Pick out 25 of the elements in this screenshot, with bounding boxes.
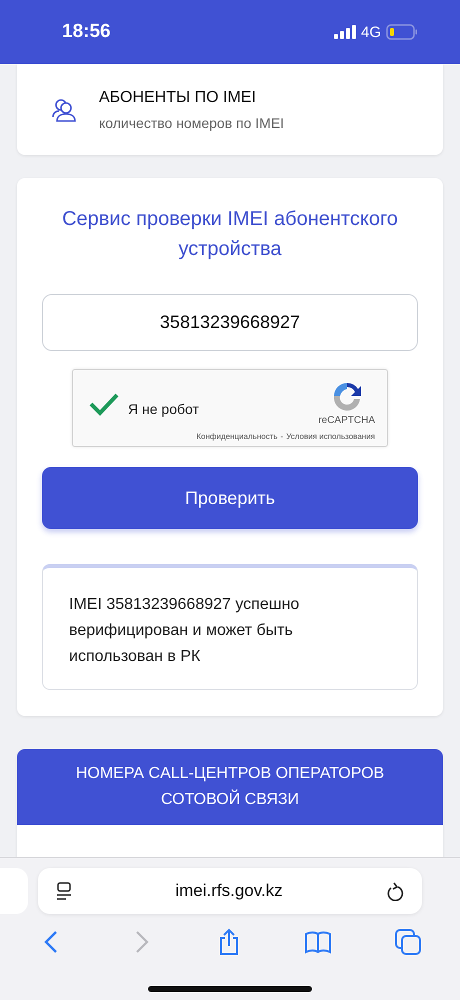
call-centers-header: НОМЕРА CALL-ЦЕНТРОВ ОПЕРАТОРОВ СОТОВОЙ СВЯЗИ xyxy=(17,749,443,825)
link-separator: - xyxy=(280,432,284,441)
privacy-link[interactable]: Конфиденциальность xyxy=(196,432,278,441)
recaptcha-brand: reCAPTCHA xyxy=(318,415,375,426)
result-message: IMEI 35813239668927 успешно верифицирован и может быть использован в РК xyxy=(42,564,418,690)
check-button[interactable]: Проверить xyxy=(42,467,418,529)
battery-icon xyxy=(386,24,418,40)
recaptcha-logo-icon xyxy=(331,380,363,412)
reload-icon[interactable] xyxy=(386,881,404,901)
url-text: imei.rfs.gov.kz xyxy=(174,881,284,901)
status-time: 18:56 xyxy=(62,21,111,43)
service-title: Сервис проверки IMEI абонентского устройства xyxy=(61,207,399,262)
tabs-icon[interactable] xyxy=(394,928,422,956)
subscribers-card[interactable]: АБОНЕНТЫ ПО IMEI количество номеров по IMEI xyxy=(17,64,443,155)
network-label: 4G xyxy=(360,24,381,40)
captcha-label: Я не робот xyxy=(128,401,199,417)
card-title: АБОНЕНТЫ ПО IMEI xyxy=(99,88,257,106)
address-bar[interactable]: imei.rfs.gov.kz xyxy=(38,868,422,914)
imei-field[interactable]: 35813239668927 xyxy=(42,294,418,351)
page-menu-icon[interactable] xyxy=(56,882,72,900)
signal-icon xyxy=(334,25,356,39)
users-icon xyxy=(51,98,77,122)
card-subtitle: количество номеров по IMEI xyxy=(99,114,284,130)
checkmark-icon[interactable] xyxy=(89,392,119,416)
terms-link[interactable]: Условия использования xyxy=(286,432,375,441)
